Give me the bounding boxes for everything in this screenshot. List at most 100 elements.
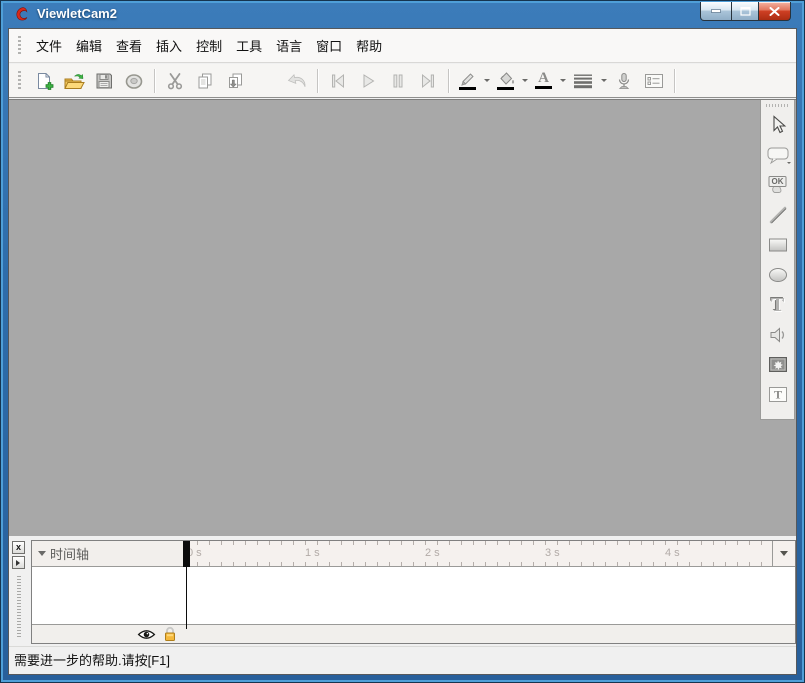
save-button[interactable] (89, 67, 119, 95)
cut-button[interactable] (160, 67, 190, 95)
client-area: 文件 编辑 查看 插入 控制 工具 语言 窗口 帮助 (8, 28, 797, 675)
copy-button[interactable] (190, 67, 220, 95)
font-color-letter: A (538, 72, 549, 85)
lock-toggle[interactable] (163, 626, 177, 647)
line-width-dropdown[interactable] (598, 67, 609, 95)
fill-color-button[interactable] (492, 67, 519, 95)
menu-item-insert[interactable]: 插入 (149, 36, 189, 55)
ruler-label-4s: 4 s (665, 547, 680, 559)
menu-item-view[interactable]: 查看 (109, 36, 149, 55)
line-width-button[interactable] (568, 67, 598, 95)
timeline-expand-button[interactable] (12, 556, 25, 569)
record-button[interactable] (119, 67, 149, 95)
menubar-grip[interactable] (18, 36, 21, 56)
undo-icon (284, 71, 310, 91)
line-width-icon (573, 73, 593, 89)
svg-text:OK: OK (771, 177, 783, 186)
play-icon (358, 71, 378, 91)
microphone-button[interactable] (609, 67, 639, 95)
first-frame-button[interactable] (323, 67, 353, 95)
microphone-icon (614, 71, 634, 91)
drawing-tool-palette: OK (760, 100, 795, 420)
paste-icon (225, 71, 245, 91)
main-toolbar: A (9, 64, 796, 98)
title-bar: ViewletCam2 (0, 0, 805, 28)
close-button[interactable] (758, 2, 791, 21)
menu-bar: 文件 编辑 查看 插入 控制 工具 语言 窗口 帮助 (9, 29, 796, 63)
chevron-down-icon (560, 79, 566, 85)
timeline-header-row: 时间轴 0 s 1 s 2 s 3 s 4 s (32, 541, 795, 567)
chevron-down-icon (522, 79, 528, 85)
timeline-close-button[interactable]: x (12, 541, 25, 554)
audio-tool-button[interactable] (763, 320, 792, 350)
play-button[interactable] (353, 67, 383, 95)
menu-item-tools[interactable]: 工具 (229, 36, 269, 55)
copy-icon (195, 71, 215, 91)
image-tool-button[interactable] (763, 350, 792, 380)
ruler-label-3s: 3 s (545, 547, 560, 559)
properties-panel-icon (643, 71, 665, 91)
text-tool-icon: T (771, 294, 784, 316)
text-tool-button[interactable]: T (763, 290, 792, 320)
menu-item-control[interactable]: 控制 (189, 36, 229, 55)
lock-icon (163, 626, 177, 642)
ruler-label-2s: 2 s (425, 547, 440, 559)
menu-item-help[interactable]: 帮助 (349, 36, 389, 55)
maximize-button[interactable] (731, 2, 759, 21)
pen-color-swatch (459, 87, 476, 90)
note-tool-button[interactable] (763, 140, 792, 170)
timeline-options-dropdown[interactable] (772, 541, 795, 567)
menu-item-edit[interactable]: 编辑 (69, 36, 109, 55)
visibility-toggle[interactable] (137, 628, 156, 646)
ellipse-tool-button[interactable] (763, 260, 792, 290)
rectangle-tool-button[interactable] (763, 230, 792, 260)
new-file-button[interactable] (29, 67, 59, 95)
window-controls (700, 2, 791, 21)
svg-text:T: T (773, 388, 781, 402)
playhead-line (186, 567, 187, 629)
properties-panel-button[interactable] (639, 67, 669, 95)
timeline-layer-header[interactable]: 时间轴 (32, 541, 185, 567)
chevron-down-icon (484, 79, 490, 85)
timeline-ruler[interactable]: 0 s 1 s 2 s 3 s 4 s (185, 541, 772, 567)
undo-button[interactable] (282, 67, 312, 95)
line-icon (767, 204, 789, 226)
paste-button[interactable] (220, 67, 250, 95)
chevron-down-icon (787, 162, 791, 166)
speech-bubble-icon (766, 145, 790, 165)
font-color-button[interactable]: A (530, 67, 557, 95)
textbox-tool-button[interactable]: T (763, 380, 792, 410)
pen-color-button[interactable] (454, 67, 481, 95)
ellipse-icon (767, 264, 789, 286)
last-frame-button[interactable] (413, 67, 443, 95)
pen-color-dropdown[interactable] (481, 67, 492, 95)
stage-canvas[interactable] (9, 99, 760, 536)
playhead-handle[interactable] (183, 541, 190, 567)
last-frame-icon (418, 71, 438, 91)
timeline-track[interactable] (32, 567, 795, 624)
open-file-button[interactable] (59, 67, 89, 95)
minimize-button[interactable] (700, 2, 732, 21)
menu-item-file[interactable]: 文件 (29, 36, 69, 55)
fill-color-dropdown[interactable] (519, 67, 530, 95)
pause-button[interactable] (383, 67, 413, 95)
app-logo-icon[interactable] (14, 6, 30, 22)
toolbar-separator (448, 69, 449, 93)
ok-button-tool-button[interactable]: OK (763, 170, 792, 200)
line-tool-button[interactable] (763, 200, 792, 230)
palette-grip[interactable] (766, 104, 790, 107)
pause-icon (388, 71, 408, 91)
menu-item-window[interactable]: 窗口 (309, 36, 349, 55)
toolbar-grip[interactable] (18, 71, 21, 91)
save-icon (94, 71, 114, 91)
toolbar-separator (154, 69, 155, 93)
timeline-footer (32, 624, 795, 643)
cursor-tool-button[interactable] (763, 110, 792, 140)
menu-item-language[interactable]: 语言 (269, 36, 309, 55)
chevron-down-icon (601, 79, 607, 85)
speaker-icon (767, 324, 789, 346)
open-folder-icon (63, 71, 85, 91)
collapse-icon (38, 551, 46, 556)
timeline-grip[interactable] (17, 576, 21, 638)
font-color-dropdown[interactable] (557, 67, 568, 95)
